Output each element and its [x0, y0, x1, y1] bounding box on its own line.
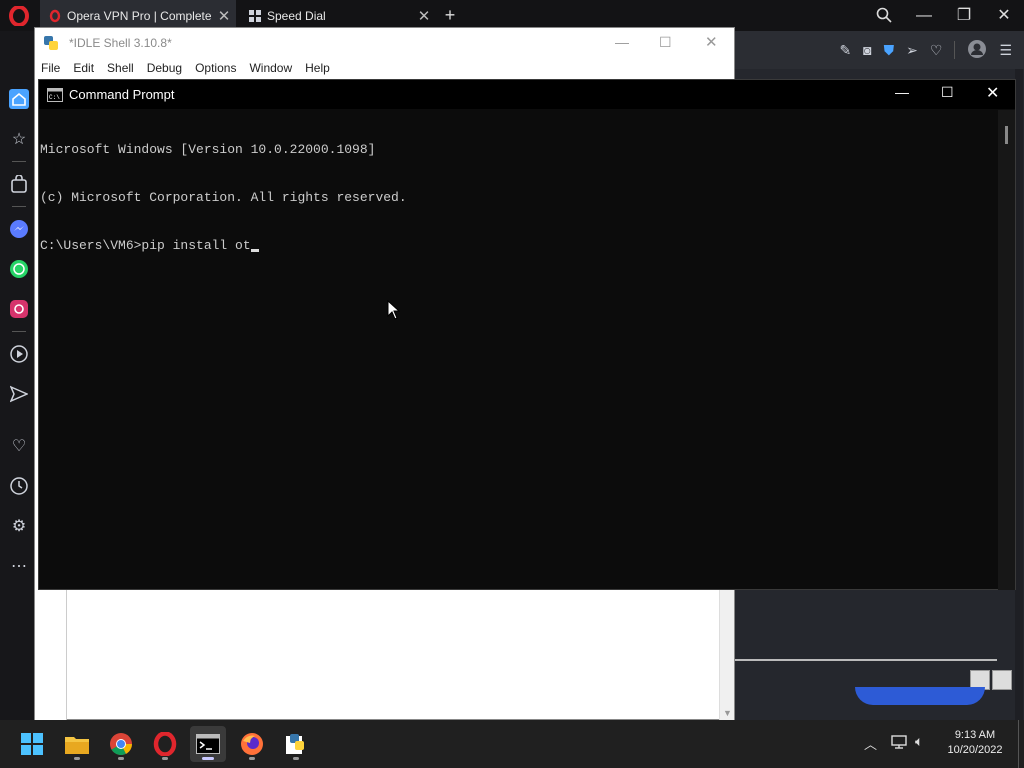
heart-icon[interactable]: ♡	[930, 42, 943, 59]
console-output[interactable]: Microsoft Windows [Version 10.0.22000.10…	[39, 110, 999, 286]
close-tab-icon[interactable]: ✕	[212, 7, 236, 25]
taskbar: ︿ 🔈︎ 9:13 AM 10/20/2022	[0, 720, 1024, 768]
speed-dial-icon	[249, 9, 261, 22]
firefox-icon[interactable]	[234, 726, 270, 762]
camera-icon[interactable]: ◙	[863, 42, 871, 58]
vpn-shield-icon[interactable]: ⛊	[884, 42, 895, 59]
edit-icon[interactable]: ✎	[839, 42, 851, 59]
opera-icon[interactable]	[147, 726, 183, 762]
clock-date: 10/20/2022	[947, 744, 1003, 756]
chrome-icon[interactable]	[103, 726, 139, 762]
instagram-icon[interactable]	[0, 289, 38, 329]
history-clock-icon[interactable]	[0, 466, 38, 506]
close-icon[interactable]: ✕	[986, 83, 999, 103]
close-icon[interactable]: ✕	[705, 33, 718, 51]
settings-gear-icon[interactable]: ⚙	[0, 506, 38, 546]
scroll-track	[735, 659, 997, 661]
maximize-icon[interactable]: ☐	[941, 84, 954, 101]
minimize-icon[interactable]: —	[904, 0, 944, 31]
bookmark-star-icon[interactable]: ☆	[0, 119, 38, 159]
divider	[12, 206, 26, 207]
console-line: (c) Microsoft Corporation. All rights re…	[40, 190, 407, 205]
maximize-icon[interactable]: ☐	[659, 34, 672, 51]
windows-start-icon[interactable]	[14, 726, 50, 762]
opera-toolbar: ✎ ◙ ⛊ ➢ ♡ ☰	[735, 31, 1024, 69]
clock[interactable]: 9:13 AM 10/20/2022	[944, 728, 1006, 758]
menu-options[interactable]: Options	[195, 61, 236, 75]
volume-icon[interactable]: 🔈︎	[915, 733, 923, 750]
minimize-icon[interactable]: —	[615, 34, 629, 50]
whatsapp-icon[interactable]	[0, 249, 38, 289]
menu-help[interactable]: Help	[305, 61, 330, 75]
running-indicator	[118, 757, 124, 760]
opera-sidebar: ☆ ♡ ⚙ ⋯	[0, 31, 38, 720]
menu-shell[interactable]: Shell	[107, 61, 134, 75]
menu-window[interactable]: Window	[249, 61, 292, 75]
menu-debug[interactable]: Debug	[147, 61, 182, 75]
tab-label: Speed Dial	[267, 8, 326, 23]
restore-icon[interactable]: ❐	[944, 0, 984, 31]
more-icon[interactable]: ⋯	[0, 546, 38, 586]
easy-setup-icon[interactable]: ☰	[999, 42, 1012, 59]
running-indicator	[162, 757, 168, 760]
command-prompt-window: C:\ Command Prompt — ☐ ✕ Microsoft Windo…	[38, 79, 1016, 590]
send-icon[interactable]: ➢	[906, 42, 918, 59]
console-line: Microsoft Windows [Version 10.0.22000.10…	[40, 142, 376, 157]
opera-logo-icon[interactable]	[8, 5, 30, 27]
close-tab-icon[interactable]: ✕	[412, 7, 436, 25]
python-idle-icon[interactable]	[278, 726, 314, 762]
home-icon[interactable]	[0, 79, 38, 119]
mouse-pointer-icon	[387, 300, 400, 320]
grid-view-icon[interactable]	[992, 670, 1012, 690]
shopping-bag-icon[interactable]	[0, 164, 38, 204]
scroll-thumb[interactable]	[1005, 126, 1008, 144]
menu-file[interactable]: File	[41, 61, 60, 75]
running-indicator	[74, 757, 80, 760]
divider	[12, 331, 26, 332]
console-input-line: C:\Users\VM6>pip install ot	[40, 238, 251, 253]
file-explorer-icon[interactable]	[59, 726, 95, 762]
show-desktop-button[interactable]	[1018, 720, 1019, 768]
idle-title-bar[interactable]: *IDLE Shell 3.10.8* — ☐ ✕	[35, 28, 734, 57]
python-icon	[44, 35, 58, 50]
menu-edit[interactable]: Edit	[73, 61, 94, 75]
terminal-icon[interactable]	[190, 726, 226, 762]
running-indicator	[249, 757, 255, 760]
scroll-down-icon[interactable]: ▼	[723, 708, 732, 718]
send-icon[interactable]	[0, 374, 38, 414]
svg-text:C:\: C:\	[49, 94, 60, 101]
active-indicator	[202, 757, 214, 760]
network-icon[interactable]	[890, 734, 908, 755]
cmd-title: Command Prompt	[69, 87, 175, 102]
clock-time: 9:13 AM	[954, 729, 996, 741]
minimize-icon[interactable]: —	[895, 84, 909, 100]
scrollbar[interactable]	[1015, 69, 1023, 720]
cmd-icon: C:\	[47, 87, 63, 102]
text-cursor	[250, 249, 259, 252]
tab-label: Opera VPN Pro | Complete	[67, 8, 212, 23]
opera-favicon-icon	[49, 9, 61, 22]
vertical-scrollbar[interactable]	[998, 110, 1015, 590]
action-button[interactable]	[855, 687, 985, 705]
profile-avatar-icon[interactable]	[967, 39, 987, 62]
messenger-icon[interactable]	[0, 209, 38, 249]
player-icon[interactable]	[0, 334, 38, 374]
divider	[12, 161, 26, 162]
divider	[954, 41, 956, 59]
cmd-title-bar[interactable]: C:\ Command Prompt — ☐ ✕	[39, 80, 1015, 109]
search-tabs-icon[interactable]	[864, 0, 904, 34]
close-icon[interactable]: ✕	[984, 0, 1024, 31]
running-indicator	[293, 757, 299, 760]
idle-menu-bar: File Edit Shell Debug Options Window Hel…	[35, 57, 734, 79]
idle-title: *IDLE Shell 3.10.8*	[69, 35, 172, 50]
tray-overflow-chevron-icon[interactable]: ︿	[864, 734, 877, 753]
heart-icon[interactable]: ♡	[0, 426, 38, 466]
